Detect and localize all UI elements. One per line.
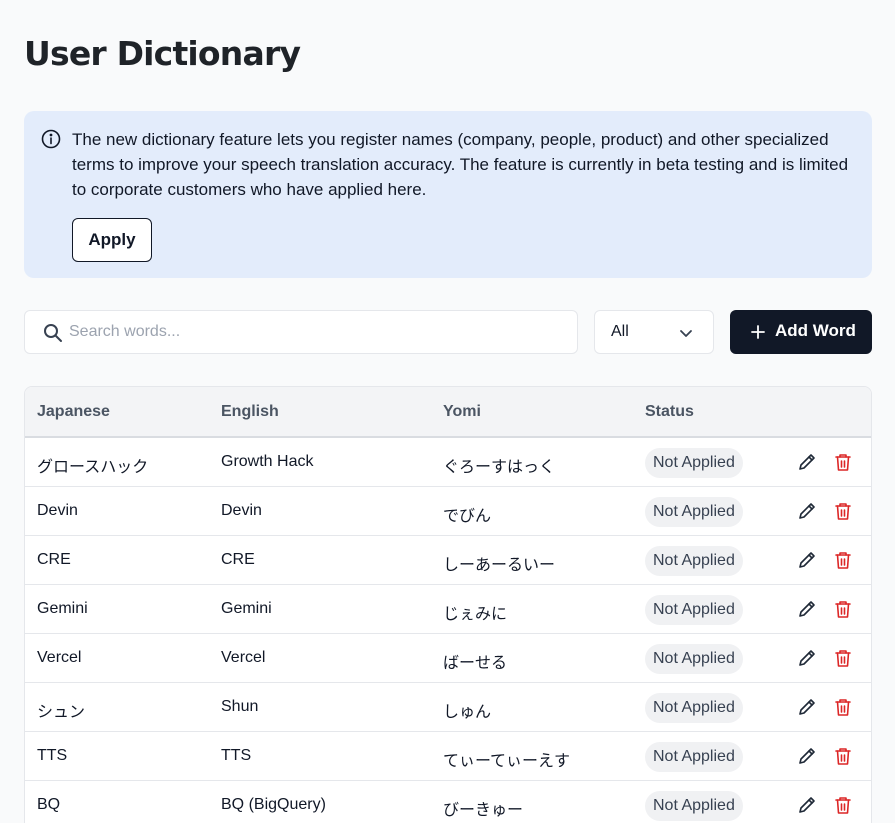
status-badge: Not Applied bbox=[645, 644, 743, 674]
cell-yomi: てぃーてぃーえす bbox=[443, 753, 571, 770]
add-word-button[interactable]: Add Word bbox=[730, 310, 872, 354]
cell-english: Growth Hack bbox=[221, 453, 314, 470]
status-badge: Not Applied bbox=[645, 595, 743, 625]
cell-japanese: CRE bbox=[37, 551, 71, 568]
search-input[interactable] bbox=[69, 311, 569, 353]
table-row: CRE CRE しーあーるいー Not Applied bbox=[25, 536, 871, 585]
delete-button[interactable] bbox=[833, 550, 853, 570]
cell-english: Vercel bbox=[221, 649, 266, 666]
pencil-icon bbox=[799, 797, 815, 813]
pencil-icon bbox=[799, 552, 815, 568]
delete-button[interactable] bbox=[833, 501, 853, 521]
delete-button[interactable] bbox=[833, 648, 853, 668]
filter-value: All bbox=[611, 323, 629, 340]
delete-button[interactable] bbox=[833, 746, 853, 766]
edit-button[interactable] bbox=[797, 746, 817, 766]
edit-button[interactable] bbox=[797, 452, 817, 472]
pencil-icon bbox=[799, 503, 815, 519]
cell-yomi: びーきゅー bbox=[443, 802, 524, 819]
status-filter-select[interactable]: All bbox=[594, 310, 714, 354]
cell-japanese: Vercel bbox=[37, 649, 82, 666]
cell-japanese: TTS bbox=[37, 747, 68, 764]
cell-japanese: Devin bbox=[37, 502, 78, 519]
search-box[interactable] bbox=[24, 310, 578, 354]
table-row: BQ BQ (BigQuery) びーきゅー Not Applied bbox=[25, 781, 871, 823]
cell-japanese: BQ bbox=[37, 796, 61, 813]
cell-japanese: グロースハック bbox=[37, 459, 149, 476]
table-row: Gemini Gemini じぇみに Not Applied bbox=[25, 585, 871, 634]
column-header-english[interactable]: English bbox=[221, 403, 279, 421]
dictionary-table: Japanese English Yomi Status グロースハック Gro… bbox=[24, 386, 872, 823]
trash-icon bbox=[835, 601, 851, 618]
table-row: シュン Shun しゅん Not Applied bbox=[25, 683, 871, 732]
cell-english: CRE bbox=[221, 551, 255, 568]
pencil-icon bbox=[799, 699, 815, 715]
info-icon bbox=[41, 129, 61, 149]
table-row: TTS TTS てぃーてぃーえす Not Applied bbox=[25, 732, 871, 781]
delete-button[interactable] bbox=[833, 452, 853, 472]
pencil-icon bbox=[799, 650, 815, 666]
status-badge: Not Applied bbox=[645, 546, 743, 576]
table-row: グロースハック Growth Hack ぐろーすはっく Not Applied bbox=[25, 438, 871, 487]
trash-icon bbox=[835, 503, 851, 520]
edit-button[interactable] bbox=[797, 599, 817, 619]
cell-english: Shun bbox=[221, 698, 259, 715]
info-text: The new dictionary feature lets you regi… bbox=[72, 130, 849, 199]
cell-japanese: Gemini bbox=[37, 600, 88, 617]
status-badge: Not Applied bbox=[645, 693, 743, 723]
cell-english: Devin bbox=[221, 502, 262, 519]
table-row: Devin Devin でびん Not Applied bbox=[25, 487, 871, 536]
trash-icon bbox=[835, 454, 851, 471]
cell-english: Gemini bbox=[221, 600, 272, 617]
pencil-icon bbox=[799, 454, 815, 470]
column-header-status[interactable]: Status bbox=[645, 403, 694, 421]
info-banner: The new dictionary feature lets you regi… bbox=[24, 111, 872, 278]
pencil-icon bbox=[799, 601, 815, 617]
pencil-icon bbox=[799, 748, 815, 764]
table-row: Vercel Vercel ばーせる Not Applied bbox=[25, 634, 871, 683]
cell-yomi: しゅん bbox=[443, 704, 492, 721]
status-badge: Not Applied bbox=[645, 448, 743, 478]
plus-icon bbox=[750, 324, 766, 340]
edit-button[interactable] bbox=[797, 795, 817, 815]
status-badge: Not Applied bbox=[645, 791, 743, 821]
status-badge: Not Applied bbox=[645, 497, 743, 527]
chevron-down-icon bbox=[678, 325, 694, 341]
cell-yomi: じぇみに bbox=[443, 606, 508, 623]
trash-icon bbox=[835, 552, 851, 569]
search-icon bbox=[43, 323, 63, 343]
cell-yomi: しーあーるいー bbox=[443, 557, 556, 574]
column-header-japanese[interactable]: Japanese bbox=[37, 403, 110, 421]
add-word-label: Add Word bbox=[775, 321, 856, 340]
column-header-yomi[interactable]: Yomi bbox=[443, 403, 481, 421]
table-header: Japanese English Yomi Status bbox=[25, 387, 871, 438]
trash-icon bbox=[835, 797, 851, 814]
page-title: User Dictionary bbox=[24, 34, 301, 73]
trash-icon bbox=[835, 748, 851, 765]
apply-button[interactable]: Apply bbox=[72, 218, 152, 262]
trash-icon bbox=[835, 650, 851, 667]
edit-button[interactable] bbox=[797, 550, 817, 570]
status-badge: Not Applied bbox=[645, 742, 743, 772]
cell-yomi: ぐろーすはっく bbox=[443, 459, 556, 476]
edit-button[interactable] bbox=[797, 697, 817, 717]
delete-button[interactable] bbox=[833, 599, 853, 619]
edit-button[interactable] bbox=[797, 501, 817, 521]
trash-icon bbox=[835, 699, 851, 716]
delete-button[interactable] bbox=[833, 795, 853, 815]
cell-yomi: ばーせる bbox=[443, 655, 508, 672]
cell-yomi: でびん bbox=[443, 508, 492, 525]
cell-japanese: シュン bbox=[37, 704, 86, 721]
cell-english: TTS bbox=[221, 747, 252, 764]
edit-button[interactable] bbox=[797, 648, 817, 668]
delete-button[interactable] bbox=[833, 697, 853, 717]
cell-english: BQ (BigQuery) bbox=[221, 796, 326, 813]
